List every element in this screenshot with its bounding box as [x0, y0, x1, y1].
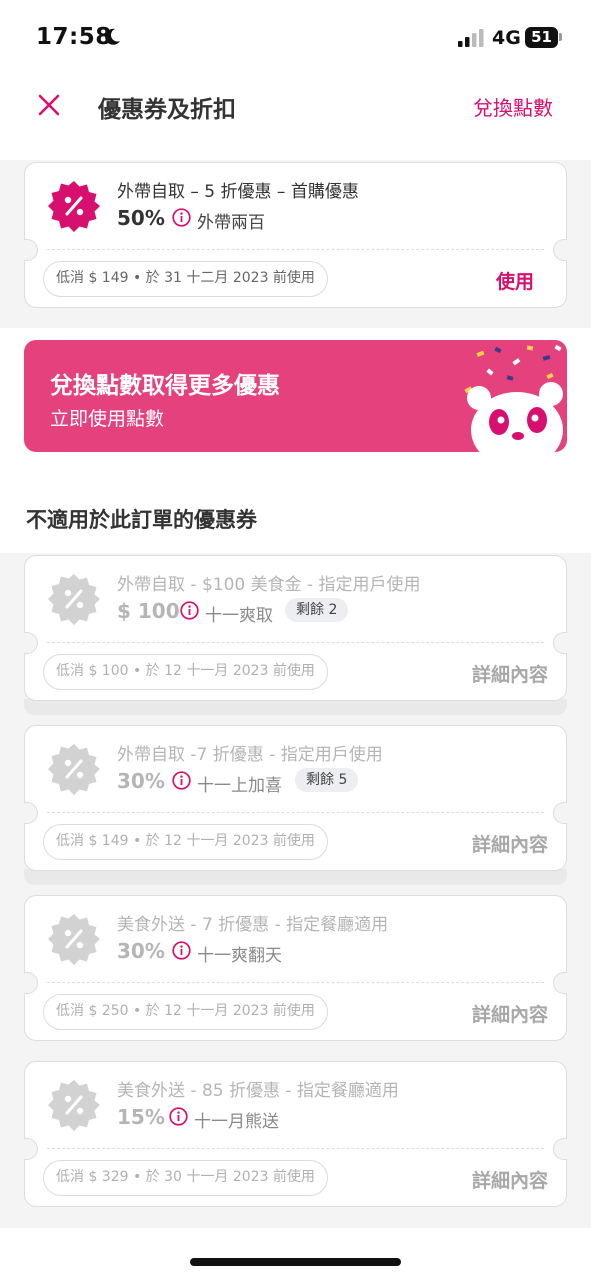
voucher-campaign: 十一上加喜	[197, 776, 282, 796]
home-indicator[interactable]	[190, 1258, 401, 1266]
voucher-title: 美食外送 - 85 折優惠 - 指定餐廳適用	[117, 1081, 399, 1101]
battery-level: 51	[531, 28, 552, 46]
info-icon[interactable]	[172, 208, 191, 227]
moon-icon	[105, 28, 120, 45]
voucher-card[interactable]: 美食外送 - 85 折優惠 - 指定餐廳適用 15% 十一月熊送 低消 $ 32…	[24, 1061, 567, 1207]
details-button[interactable]: 詳細內容	[472, 830, 548, 857]
discount-badge-icon	[48, 574, 100, 625]
remaining-count-badge: 剩餘 2	[285, 598, 349, 622]
remaining-count-badge: 剩餘 5	[295, 768, 359, 792]
voucher-amount: 50%	[117, 206, 165, 230]
voucher-campaign: 十一爽取	[205, 606, 273, 626]
battery-icon: 51	[525, 27, 563, 48]
banner-subtitle: 立即使用點數	[50, 408, 165, 430]
redeem-points-link[interactable]: 兌換點數	[473, 92, 553, 121]
header: 優惠券及折扣 兌換點數	[0, 70, 591, 160]
details-button[interactable]: 詳細內容	[472, 660, 548, 687]
details-button[interactable]: 詳細內容	[472, 1166, 548, 1193]
status-time: 17:58	[36, 24, 112, 50]
voucher-card[interactable]: 外帶自取 – 5 折優惠 – 首購優惠 50% 外帶兩百 低消 $ 149 • …	[24, 162, 567, 308]
discount-badge-icon	[48, 914, 100, 965]
voucher-condition: 低消 $ 149 • 於 12 十一月 2023 前使用	[43, 824, 328, 860]
voucher-amount: 30%	[117, 769, 165, 793]
voucher-campaign: 十一月熊送	[194, 1112, 279, 1132]
voucher-title: 外帶自取 - $100 美食金 - 指定用戶使用	[117, 575, 421, 595]
discount-badge-icon	[48, 181, 100, 232]
section-heading: 不適用於此訂單的優惠券	[26, 508, 257, 532]
voucher-amount: $ 100	[117, 599, 180, 623]
voucher-card[interactable]: 外帶自取 - $100 美食金 - 指定用戶使用 $ 100 十一爽取 剩餘 2…	[24, 555, 567, 701]
discount-badge-icon	[48, 1080, 100, 1131]
info-icon[interactable]	[169, 1107, 188, 1126]
close-icon[interactable]	[34, 90, 64, 120]
page-title: 優惠券及折扣	[98, 97, 236, 123]
status-bar: 17:58 4G 51	[0, 0, 591, 70]
voucher-title: 外帶自取 – 5 折優惠 – 首購優惠	[117, 182, 359, 202]
voucher-title: 美食外送 - 7 折優惠 - 指定餐廳適用	[117, 915, 389, 935]
info-icon[interactable]	[180, 601, 199, 620]
voucher-condition: 低消 $ 100 • 於 12 十一月 2023 前使用	[43, 654, 328, 690]
voucher-card[interactable]: 美食外送 - 7 折優惠 - 指定餐廳適用 30% 十一爽翻天 低消 $ 250…	[24, 895, 567, 1041]
voucher-condition: 低消 $ 250 • 於 12 十一月 2023 前使用	[43, 994, 328, 1030]
voucher-amount: 30%	[117, 939, 165, 963]
panda-mascot-icon	[464, 344, 563, 452]
redeem-points-banner[interactable]: 兌換點數取得更多優惠 立即使用點數	[24, 340, 567, 452]
voucher-campaign: 外帶兩百	[197, 213, 265, 233]
use-voucher-button[interactable]: 使用	[496, 267, 534, 294]
inapplicable-vouchers-section: 外帶自取 - $100 美食金 - 指定用戶使用 $ 100 十一爽取 剩餘 2…	[0, 553, 591, 1228]
applicable-vouchers-section: 外帶自取 – 5 折優惠 – 首購優惠 50% 外帶兩百 低消 $ 149 • …	[0, 160, 591, 328]
details-button[interactable]: 詳細內容	[472, 1000, 548, 1027]
banner-title: 兌換點數取得更多優惠	[50, 373, 280, 399]
stacked-card-shadow	[24, 699, 567, 715]
signal-icon	[458, 29, 484, 47]
stacked-card-shadow	[24, 869, 567, 885]
voucher-condition: 低消 $ 149 • 於 31 十二月 2023 前使用	[43, 261, 328, 297]
voucher-amount: 15%	[117, 1105, 165, 1129]
voucher-campaign: 十一爽翻天	[197, 946, 282, 966]
network-type: 4G	[492, 27, 521, 49]
discount-badge-icon	[48, 744, 100, 795]
voucher-title: 外帶自取 -7 折優惠 - 指定用戶使用	[117, 745, 383, 765]
voucher-card[interactable]: 外帶自取 -7 折優惠 - 指定用戶使用 30% 十一上加喜 剩餘 5 低消 $…	[24, 725, 567, 871]
info-icon[interactable]	[172, 941, 191, 960]
voucher-condition: 低消 $ 329 • 於 30 十一月 2023 前使用	[43, 1160, 328, 1196]
info-icon[interactable]	[172, 771, 191, 790]
